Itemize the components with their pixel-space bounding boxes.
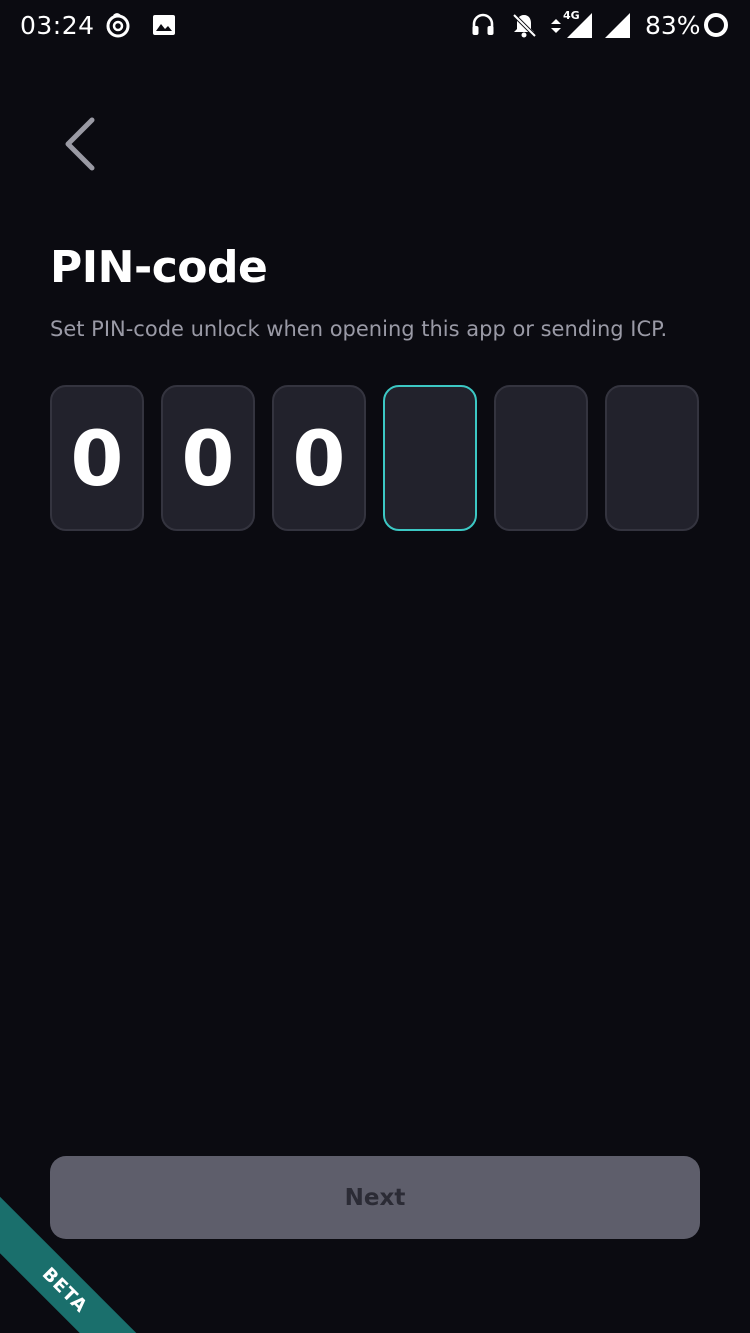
headset-icon (472, 13, 494, 35)
pin-setup-screen: 03:24 4G 83% PIN-code Set PIN-code unloc… (0, 0, 750, 1333)
back-button[interactable] (52, 108, 108, 178)
battery-ring-icon (704, 13, 728, 37)
bell-off-icon (512, 13, 537, 38)
pin-digit-box[interactable]: 0 (161, 385, 255, 531)
next-button[interactable]: Next (50, 1156, 700, 1239)
beta-label: BETA (38, 1263, 92, 1317)
page-subtitle: Set PIN-code unlock when opening this ap… (50, 317, 668, 341)
pin-digit-box[interactable] (494, 385, 588, 531)
signal-icon (567, 13, 592, 38)
image-icon (153, 15, 175, 35)
battery-percent: 83% (645, 11, 701, 40)
status-time: 03:24 (20, 11, 95, 40)
page-title: PIN-code (50, 242, 268, 293)
pin-digit-box[interactable]: 0 (50, 385, 144, 531)
netease-music-icon (106, 13, 130, 38)
pin-digit-box-active[interactable] (383, 385, 477, 531)
pin-code-input[interactable]: 0 0 0 (50, 385, 700, 531)
status-bar: 03:24 4G 83% (0, 0, 750, 52)
pin-digit-box[interactable]: 0 (272, 385, 366, 531)
pin-digit-box[interactable] (605, 385, 699, 531)
chevron-left-icon (65, 117, 95, 171)
data-arrows-icon (551, 19, 561, 33)
signal-icon (605, 13, 630, 38)
